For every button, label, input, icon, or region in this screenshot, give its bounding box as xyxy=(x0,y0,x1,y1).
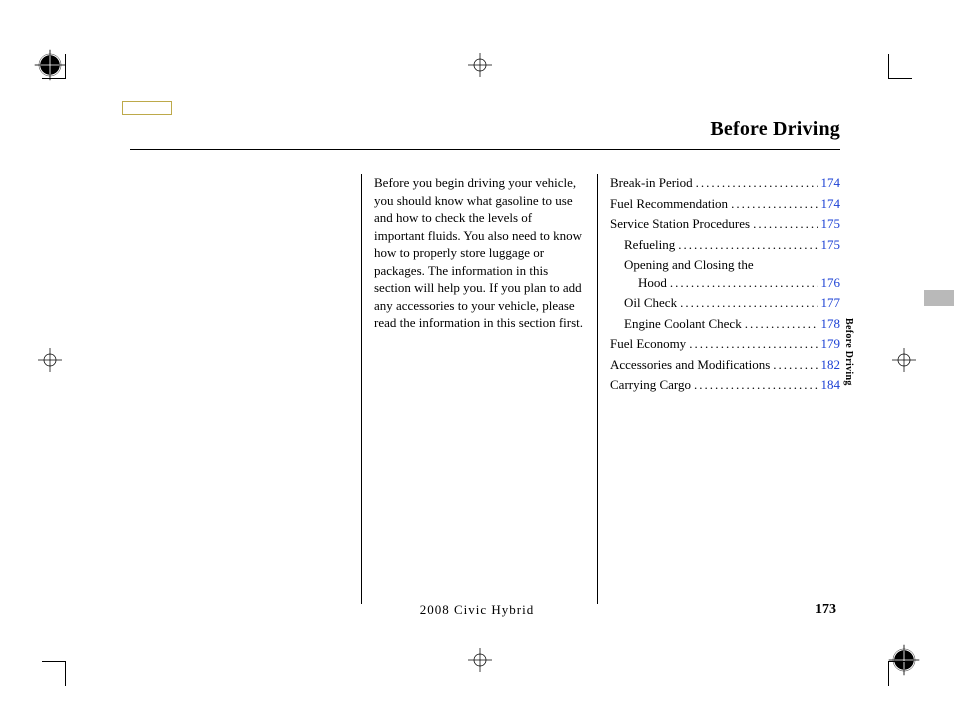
toc-page-link[interactable]: 176 xyxy=(821,274,841,292)
toc-leader-dots xyxy=(678,236,817,254)
toc-leader-dots xyxy=(689,335,817,353)
registration-mark-icon xyxy=(874,330,934,390)
toc-leader-dots xyxy=(680,294,817,312)
registration-mark-icon xyxy=(874,630,934,690)
toc-entry: Break-in Period 174 xyxy=(610,174,840,195)
toc-entry: Service Station Procedures 175 xyxy=(610,215,840,236)
toc-label: Break-in Period xyxy=(610,174,693,192)
section-title: Before Driving xyxy=(130,118,840,141)
toc-label: Service Station Procedures xyxy=(610,215,750,233)
crop-mark xyxy=(42,661,66,662)
toc-leader-dots xyxy=(731,195,817,213)
toc-page-link[interactable]: 174 xyxy=(821,174,841,192)
page-content: Before Driving Before you begin driving … xyxy=(130,118,840,604)
toc-entry: Opening and Closing the xyxy=(610,256,840,274)
title-rule xyxy=(130,149,840,150)
toc-entry: Engine Coolant Check 178 xyxy=(610,315,840,336)
crop-mark xyxy=(888,661,912,662)
toc-label: Accessories and Modifications xyxy=(610,356,770,374)
toc-label: Engine Coolant Check xyxy=(624,315,742,333)
toc-page-link[interactable]: 175 xyxy=(821,215,841,233)
toc-leader-dots xyxy=(753,215,817,233)
toc-label: Opening and Closing the xyxy=(624,256,754,274)
toc-page-link[interactable]: 177 xyxy=(821,294,841,312)
toc-page-link[interactable]: 182 xyxy=(821,356,841,374)
registration-mark-icon xyxy=(450,630,510,690)
toc-entry: Oil Check 177 xyxy=(610,294,840,315)
toc-entry: Fuel Recommendation 174 xyxy=(610,195,840,216)
footer-page-number: 173 xyxy=(815,602,836,618)
toc-entry: Refueling 175 xyxy=(610,236,840,257)
toc-label: Carrying Cargo xyxy=(610,376,691,394)
side-tab-label: Before Driving xyxy=(843,318,854,386)
registration-mark-icon xyxy=(20,35,80,95)
toc-page-link[interactable]: 179 xyxy=(821,335,841,353)
toc-entry: Fuel Economy 179 xyxy=(610,335,840,356)
footer-model: 2008 Civic Hybrid xyxy=(0,602,954,618)
toc-page-link[interactable]: 174 xyxy=(821,195,841,213)
registration-mark-icon xyxy=(450,35,510,95)
toc-label: Hood xyxy=(638,274,667,292)
toc-page-link[interactable]: 184 xyxy=(821,376,841,394)
crop-mark xyxy=(42,78,66,79)
crop-mark xyxy=(888,78,912,79)
crop-mark xyxy=(65,54,66,78)
crop-mark xyxy=(65,662,66,686)
table-of-contents: Break-in Period 174 Fuel Recommendation 174… xyxy=(598,174,840,604)
toc-label: Refueling xyxy=(624,236,675,254)
annotation-box xyxy=(122,101,172,115)
toc-leader-dots xyxy=(696,174,818,192)
column-1 xyxy=(130,174,362,604)
toc-leader-dots xyxy=(773,356,817,374)
thumb-tab xyxy=(924,290,954,306)
toc-page-link[interactable]: 178 xyxy=(821,315,841,333)
toc-entry: Hood 176 xyxy=(610,274,840,295)
toc-label: Oil Check xyxy=(624,294,677,312)
toc-leader-dots xyxy=(745,315,818,333)
toc-page-link[interactable]: 175 xyxy=(821,236,841,254)
toc-label: Fuel Recommendation xyxy=(610,195,728,213)
intro-text: Before you begin driving your vehicle, y… xyxy=(362,174,598,604)
content-columns: Before you begin driving your vehicle, y… xyxy=(130,174,840,604)
toc-label: Fuel Economy xyxy=(610,335,686,353)
crop-mark xyxy=(888,662,889,686)
toc-leader-dots xyxy=(694,376,818,394)
crop-mark xyxy=(888,54,889,78)
toc-entry: Carrying Cargo 184 xyxy=(610,376,840,397)
toc-leader-dots xyxy=(670,274,818,292)
toc-entry: Accessories and Modifications 182 xyxy=(610,356,840,377)
registration-mark-icon xyxy=(20,330,80,390)
